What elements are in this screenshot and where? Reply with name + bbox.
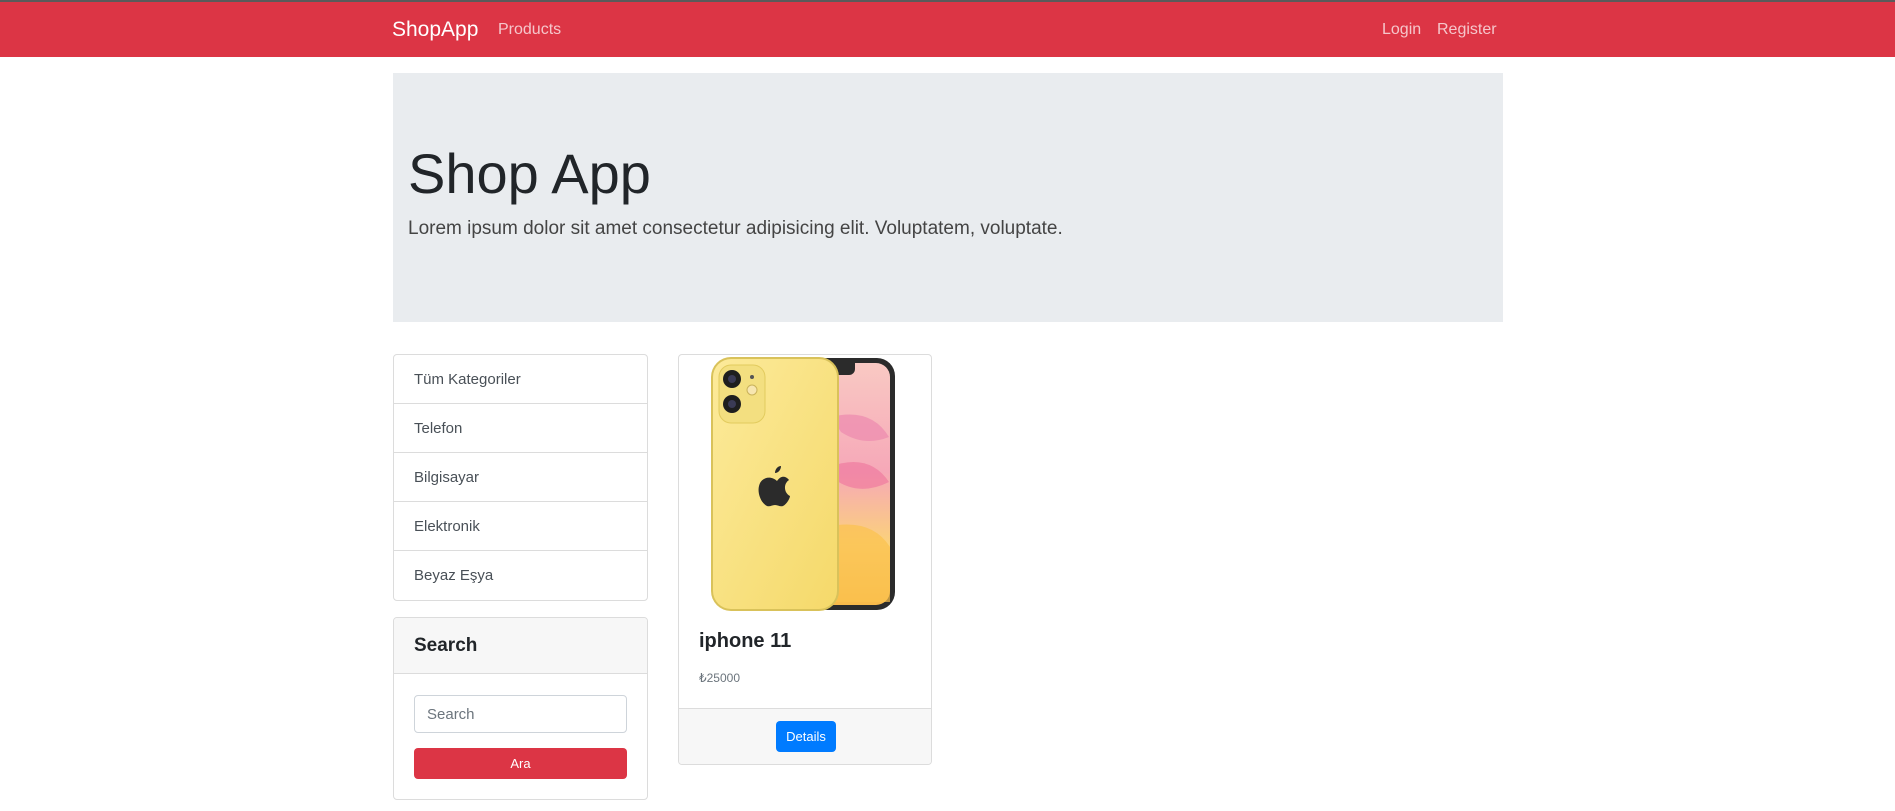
nav-link-register[interactable]: Register [1437, 21, 1497, 39]
jumbotron: Shop App Lorem ipsum dolor sit amet cons… [393, 73, 1503, 322]
category-item-elektronik[interactable]: Elektronik [394, 502, 647, 551]
category-item-all[interactable]: Tüm Kategoriler [394, 355, 647, 404]
category-list: Tüm Kategoriler Telefon Bilgisayar Elekt… [393, 354, 648, 601]
brand-link[interactable]: ShopApp [392, 18, 478, 42]
nav-link-login[interactable]: Login [1382, 21, 1421, 39]
jumbotron-title: Shop App [408, 142, 651, 205]
search-button[interactable]: Ara [414, 748, 627, 779]
details-button[interactable]: Details [776, 721, 836, 752]
product-price: ₺25000 [699, 671, 741, 685]
product-image[interactable] [711, 357, 897, 611]
search-card-title: Search [394, 618, 647, 674]
search-card: Search Ara [393, 617, 648, 800]
navbar: ShopApp Products Login Register [0, 0, 1895, 57]
nav-link-products[interactable]: Products [498, 21, 561, 39]
jumbotron-lead: Lorem ipsum dolor sit amet consectetur a… [408, 218, 1063, 239]
search-input[interactable] [414, 695, 627, 733]
product-name: iphone 11 [699, 630, 792, 652]
category-item-bilgisayar[interactable]: Bilgisayar [394, 453, 647, 502]
product-card-footer: Details [679, 708, 931, 764]
category-item-beyaz-esya[interactable]: Beyaz Eşya [394, 551, 647, 600]
category-item-telefon[interactable]: Telefon [394, 404, 647, 453]
product-card: iphone 11 ₺25000 Details [678, 354, 932, 765]
